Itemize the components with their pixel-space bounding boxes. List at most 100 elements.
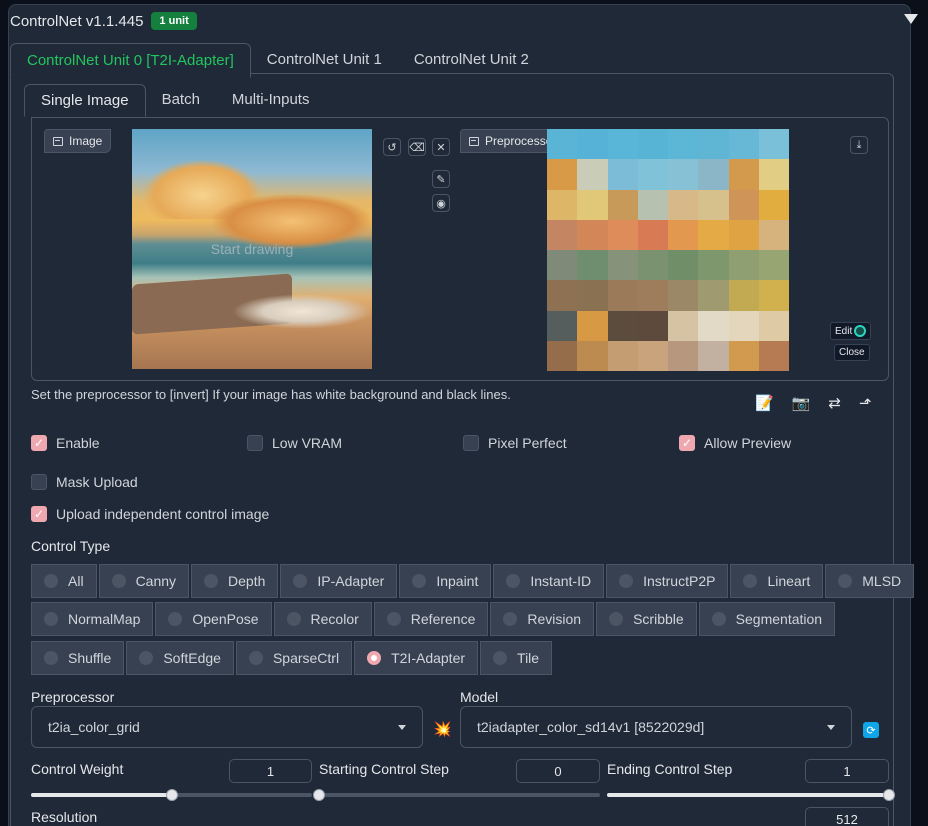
starting-step-slider[interactable]	[313, 789, 600, 801]
camera-icon[interactable]: 📷	[792, 394, 811, 412]
color-grid-cell	[758, 250, 789, 281]
control-type-option[interactable]: Canny	[98, 564, 190, 598]
control-type-option[interactable]: Instant-ID	[493, 564, 605, 598]
tab-unit-2[interactable]: ControlNet Unit 2	[398, 43, 545, 78]
ending-step-slider[interactable]	[607, 789, 895, 801]
radio-dot[interactable]	[139, 651, 154, 665]
control-type-option[interactable]: Depth	[191, 564, 279, 598]
chevron-down-icon	[827, 724, 835, 730]
model-select[interactable]: t2iadapter_color_sd14v1 [8522029d]	[460, 706, 852, 748]
control-type-option[interactable]: Inpaint	[399, 564, 492, 598]
control-type-option[interactable]: All	[31, 564, 97, 598]
control-type-option[interactable]: SoftEdge	[126, 641, 234, 675]
low-vram-checkbox[interactable]: Low VRAM	[247, 435, 342, 451]
eraser-icon[interactable]: ⌫	[408, 138, 426, 156]
slider-knob[interactable]	[165, 789, 178, 801]
preprocessor-select[interactable]: t2ia_color_grid	[31, 706, 423, 748]
checkbox-box[interactable]	[31, 435, 47, 451]
tab-batch[interactable]: Batch	[146, 84, 216, 117]
color-grid-cell	[607, 310, 638, 341]
control-type-option[interactable]: Scribble	[596, 602, 697, 636]
checkbox-box[interactable]	[463, 435, 479, 451]
radio-dot[interactable]	[619, 574, 634, 588]
resolution-input[interactable]: 512	[805, 807, 889, 826]
control-type-option[interactable]: Tile	[480, 641, 553, 675]
edit-button[interactable]: Edit	[830, 322, 872, 340]
radio-dot[interactable]	[44, 612, 58, 626]
tab-unit-1[interactable]: ControlNet Unit 1	[251, 43, 398, 78]
control-type-option[interactable]: Shuffle	[31, 641, 125, 675]
color-grid-cell	[728, 219, 759, 250]
radio-dot[interactable]	[286, 612, 301, 626]
radio-dot[interactable]	[204, 574, 219, 588]
radio-dot[interactable]	[838, 574, 853, 588]
control-type-option[interactable]: Segmentation	[698, 602, 836, 636]
radio-dot[interactable]	[711, 612, 726, 626]
mask-upload-label: Mask Upload	[56, 474, 138, 490]
download-icon[interactable]: ⤓	[850, 136, 868, 154]
enable-checkbox[interactable]: Enable	[31, 435, 100, 451]
control-type-label: Reference	[410, 611, 476, 627]
color-grid-cell	[698, 250, 729, 281]
control-type-option[interactable]: IP-Adapter	[280, 564, 398, 598]
mask-upload-checkbox[interactable]: Mask Upload	[31, 474, 138, 490]
radio-dot[interactable]	[248, 651, 263, 665]
control-type-label: Revision	[527, 611, 582, 627]
starting-step-input[interactable]: 0	[516, 759, 600, 783]
control-type-label: All	[68, 573, 84, 589]
allow-preview-checkbox[interactable]: Allow Preview	[679, 435, 791, 451]
slider-knob[interactable]	[313, 789, 325, 801]
color-grid-cell	[758, 280, 789, 311]
radio-dot[interactable]	[609, 612, 624, 626]
radio-dot[interactable]	[168, 612, 183, 626]
tab-multi-inputs[interactable]: Multi-Inputs	[216, 84, 326, 117]
checkbox-box[interactable]	[31, 474, 47, 490]
refresh-icon[interactable]: ⟳	[863, 722, 879, 738]
palette-icon[interactable]: ◉	[432, 194, 450, 212]
control-type-option[interactable]: Recolor	[273, 602, 372, 636]
brush-icon[interactable]: ✎	[432, 170, 450, 188]
undo-icon[interactable]: ↺	[383, 138, 401, 156]
checkbox-box[interactable]	[31, 506, 47, 522]
radio-dot[interactable]	[503, 612, 518, 626]
send-dimensions-icon[interactable]: ⬏	[859, 394, 872, 412]
control-type-option[interactable]: OpenPose	[155, 602, 272, 636]
ending-step-input[interactable]: 1	[805, 759, 889, 783]
checkbox-box[interactable]	[247, 435, 263, 451]
control-type-option[interactable]: T2I-Adapter	[354, 641, 479, 675]
radio-dot[interactable]	[293, 574, 308, 588]
run-preprocessor-icon[interactable]: 💥	[433, 720, 452, 738]
pixel-perfect-checkbox[interactable]: Pixel Perfect	[463, 435, 567, 451]
close-icon[interactable]: ✕	[432, 138, 450, 156]
control-weight-input[interactable]: 1	[229, 759, 312, 783]
control-type-option[interactable]: Lineart	[730, 564, 824, 598]
color-grid-cell	[758, 310, 789, 341]
checkbox-box[interactable]	[679, 435, 695, 451]
radio-dot[interactable]	[743, 574, 758, 588]
swap-icon[interactable]: ⇄	[828, 394, 841, 412]
slider-knob[interactable]	[883, 789, 895, 801]
upload-independent-checkbox[interactable]: Upload independent control image	[31, 506, 269, 522]
radio-dot[interactable]	[44, 574, 58, 588]
control-type-option[interactable]: InstructP2P	[606, 564, 729, 598]
radio-dot[interactable]	[44, 651, 58, 665]
radio-dot[interactable]	[493, 651, 508, 665]
control-type-option[interactable]: NormalMap	[31, 602, 154, 636]
control-weight-slider[interactable]	[31, 789, 312, 801]
edit-label: Edit	[835, 325, 853, 337]
radio-dot[interactable]	[506, 574, 521, 588]
control-type-option[interactable]: MLSD	[825, 564, 915, 598]
tab-single-image[interactable]: Single Image	[24, 84, 146, 117]
collapse-icon[interactable]	[904, 14, 918, 24]
control-type-option[interactable]: Reference	[373, 602, 489, 636]
radio-dot[interactable]	[386, 612, 401, 626]
tab-unit-0[interactable]: ControlNet Unit 0 [T2I-Adapter]	[10, 43, 251, 78]
radio-dot[interactable]	[412, 574, 427, 588]
color-grid-cell	[607, 250, 638, 281]
control-type-option[interactable]: Revision	[490, 602, 595, 636]
control-type-option[interactable]: SparseCtrl	[235, 641, 353, 675]
radio-dot[interactable]	[111, 574, 126, 588]
close-button[interactable]: Close	[834, 344, 870, 361]
document-edit-icon[interactable]: 📝	[755, 394, 774, 412]
radio-dot[interactable]	[367, 651, 382, 665]
